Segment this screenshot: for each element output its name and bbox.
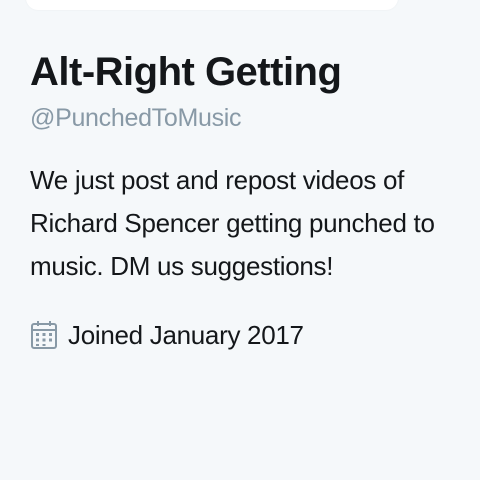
joined-text: Joined January 2017 <box>68 320 304 350</box>
bio-line: We just post and repost videos of <box>30 165 405 195</box>
profile-bio: We just post and repost videos of Richar… <box>30 159 460 288</box>
profile-info: Alt-Right Getting @PunchedToMusic We jus… <box>30 48 460 355</box>
profile-handle[interactable]: @PunchedToMusic <box>30 103 460 133</box>
bio-line: music. DM us suggestions! <box>30 251 334 281</box>
card-top-edge <box>26 0 398 10</box>
calendar-icon <box>30 320 58 350</box>
display-name: Alt-Right Getting <box>30 50 342 94</box>
bio-line: Richard Spencer getting punched to <box>30 208 435 238</box>
joined-date: Joined January 2017 <box>30 315 460 355</box>
